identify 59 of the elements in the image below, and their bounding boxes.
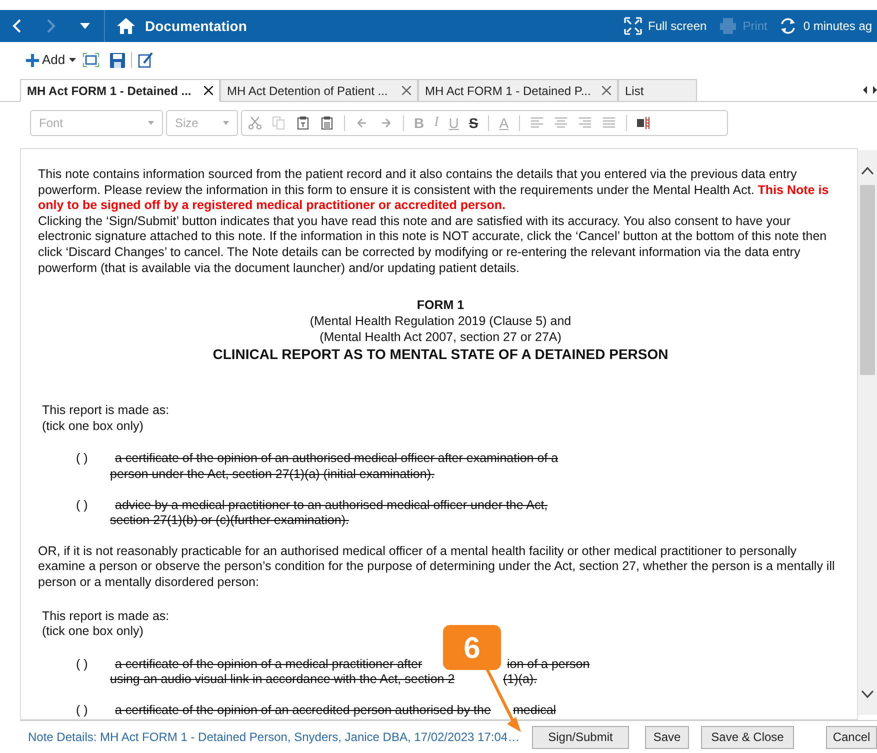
scroll-down-icon[interactable] bbox=[861, 690, 874, 698]
scrollbar-thumb[interactable] bbox=[860, 185, 875, 375]
back-icon[interactable] bbox=[12, 19, 22, 33]
form-subtitle: (Mental Health Act 2007, section 27 or 27A) bbox=[320, 329, 562, 346]
form-subtitle: (Mental Health Regulation 2019 (Clause 5) and bbox=[310, 313, 572, 330]
form-text: This report is made as: bbox=[42, 403, 170, 419]
save-icon[interactable] bbox=[110, 52, 126, 68]
table-icon[interactable] bbox=[636, 116, 651, 130]
scrollbar[interactable] bbox=[858, 150, 877, 715]
radio-option[interactable]: ( ) bbox=[76, 656, 110, 688]
document-tab[interactable]: MH Act FORM 1 - Detained ... bbox=[20, 79, 220, 102]
plus-icon[interactable] bbox=[26, 54, 39, 66]
document-tab[interactable]: MH Act Detention of Patient ... bbox=[220, 79, 418, 102]
paste-icon[interactable] bbox=[320, 116, 334, 130]
dropdown-icon[interactable] bbox=[80, 23, 90, 29]
option-text: a certificate of the opinion of an accredited person authorised by the bbox=[115, 702, 492, 718]
option-text: medical bbox=[513, 702, 556, 718]
home-icon[interactable] bbox=[117, 18, 135, 34]
strikethrough-button[interactable]: S bbox=[468, 116, 478, 130]
edit-icon[interactable] bbox=[138, 52, 154, 68]
document-tab[interactable]: MH Act FORM 1 - Detained P... bbox=[418, 79, 618, 102]
radio-option[interactable]: ( ) bbox=[76, 498, 110, 529]
form-number: FORM 1 bbox=[416, 297, 464, 314]
option-text: (1)(a). bbox=[503, 672, 538, 688]
radio-option[interactable]: ( ) bbox=[76, 702, 110, 718]
form-paragraph: OR, if it is not reasonably practicable for an authorised medical officer of a mental health facility or other medical practitioner to personally examine a person or observe the person’s condition for the purpose of determining under the Act, section 27, whether the person is a mentally ill person or a mentally disordered person: bbox=[38, 544, 836, 590]
option-text: advice by a medical practitioner to an authorised medical officer under the Act, bbox=[115, 498, 548, 514]
option-text: person under the Act, section 27(1)(a) (initial examination). bbox=[110, 466, 434, 483]
footer-button[interactable]: Sign/Submit bbox=[532, 726, 629, 748]
footer-button[interactable]: Cancel bbox=[826, 726, 877, 748]
option-text: ion of a person bbox=[507, 656, 590, 672]
screen-icon[interactable] bbox=[83, 53, 100, 67]
header-action[interactable]: Full screen bbox=[648, 17, 707, 35]
page-title: Documentation bbox=[145, 16, 247, 36]
scissors-icon[interactable] bbox=[248, 116, 262, 130]
intro-paragraph: Clicking the ‘Sign/Submit’ button indicates that you have read this note and are satisfied with its accuracy. You also consent to have your electronic signature attached to this note. If the information in this note is NOT accurate, click the ‘Cancel’ button at the bottom of this note then click ‘Discard Changes’ to cancel. The Note details can be corrected by modifying or re-entering the relevant information via the data entry powerform (that is available via the document launcher) and/or updating patient details. bbox=[38, 214, 828, 276]
close-icon[interactable] bbox=[204, 86, 213, 95]
form-text: This report is made as: bbox=[42, 608, 170, 624]
form-text: (tick one box only) bbox=[42, 624, 144, 640]
form-title: CLINICAL REPORT AS TO MENTAL STATE OF A DETAINED PERSON bbox=[212, 345, 668, 364]
radio-option[interactable]: ( ) bbox=[76, 451, 110, 483]
option-text: a certificate of the opinion of a medical practitioner after bbox=[115, 656, 424, 672]
paste-text-icon[interactable] bbox=[296, 116, 310, 130]
intro-paragraph: This note contains information sourced from the patient record and it also contains the details that you entered via the previous data entry powerform. Please review the information in this form to ensure it is consistent with the requirements under the Mental Health Act. This Note is only to be signed off by a registered medical practitioner or accredited person. bbox=[38, 167, 830, 214]
scroll-up-icon[interactable] bbox=[861, 167, 874, 175]
footer-button[interactable]: Save bbox=[645, 726, 689, 748]
option-text: a certificate of the opinion of an authorised medical officer after examination of a bbox=[115, 451, 558, 467]
header-action[interactable]: 0 minutes ag bbox=[803, 17, 872, 35]
note-details-text: Note Details: MH Act FORM 1 - Detained Person, Snyders, Janice DBA, 17/02/2023 17:04… bbox=[28, 729, 521, 746]
footer-button[interactable]: Save & Close bbox=[701, 726, 794, 748]
option-text: section 27(1)(b) or (c)(further examination). bbox=[110, 513, 349, 529]
form-text: (tick one box only) bbox=[42, 418, 144, 434]
refresh-icon[interactable] bbox=[779, 17, 798, 35]
add-button[interactable]: Add bbox=[42, 50, 66, 70]
caret-icon[interactable] bbox=[69, 58, 76, 62]
option-text: using an audio visual link in accordance with the Act, section 2 bbox=[110, 672, 456, 688]
document-tab[interactable]: List bbox=[618, 79, 697, 102]
scroll-tabs-icon[interactable] bbox=[863, 86, 877, 94]
fullscreen-icon[interactable] bbox=[624, 17, 642, 35]
